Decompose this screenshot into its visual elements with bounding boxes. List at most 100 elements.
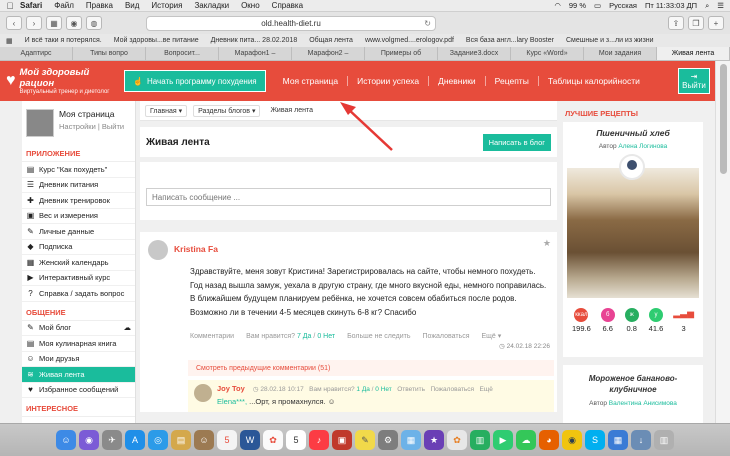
sidebar-item-food-diary[interactable]: ☰ Дневник питания — [22, 178, 135, 193]
comment-reply-link[interactable]: Ответить — [397, 386, 425, 393]
menu-view[interactable]: Вид — [125, 1, 139, 10]
bookmark-item[interactable]: Смешные и з...ли из жизни — [566, 37, 654, 44]
recipe-author-avatar[interactable] — [619, 154, 645, 180]
browser-tab[interactable]: Примеры об — [365, 47, 438, 60]
browser-tab[interactable]: Вопросит... — [146, 47, 219, 60]
recipe-photo[interactable] — [567, 154, 699, 298]
wifi-icon[interactable]: ◠ — [554, 1, 561, 10]
exit-button[interactable]: ⇥ Выйти — [678, 68, 710, 94]
apple-icon[interactable]:  — [0, 1, 20, 11]
more-menu[interactable]: Ещё ▾ — [482, 332, 502, 340]
clock[interactable]: Пт 11:33:03 ДП — [645, 1, 697, 10]
address-bar[interactable]: old.health-diet.ru ↻ — [146, 15, 436, 31]
notes-icon[interactable]: ▤ — [171, 430, 191, 450]
like-yes[interactable]: 7 Да — [297, 333, 311, 340]
previous-comments-link[interactable]: Смотреть предыдущие комментарии (51) — [188, 360, 554, 376]
keynote-icon[interactable]: ▦ — [608, 430, 628, 450]
comment-mention[interactable]: Elena***, — [217, 397, 247, 406]
sidebar-item-interactive[interactable]: ▶ Интерактивный курс — [22, 271, 135, 286]
spotlight-icon[interactable]: ⌕ — [705, 1, 709, 11]
sidebar-item-help[interactable]: ? Справка / задать вопрос — [22, 286, 135, 302]
bookmark-item[interactable]: Дневник пита... 28.02.2018 — [211, 37, 298, 44]
recipe-name[interactable]: Пшеничный хлеб — [567, 128, 699, 138]
tabs-overview-icon[interactable]: ❐ — [688, 16, 704, 30]
finder-icon[interactable]: ☺ — [56, 430, 76, 450]
sidebar-item-course[interactable]: ▤ Курс "Как похудеть" — [22, 162, 135, 178]
sidebar-item-personal-data[interactable]: ✎ Личные данные — [22, 224, 135, 240]
browser-tab[interactable]: Адаптирс — [0, 47, 73, 60]
reload-icon[interactable]: ↻ — [424, 19, 431, 28]
start-program-button[interactable]: ☝ Начать программу похудения — [124, 70, 266, 92]
calendar-icon[interactable]: 5 — [286, 430, 306, 450]
star-icon[interactable]: ★ — [543, 238, 551, 249]
menu-window[interactable]: Окно — [241, 1, 260, 10]
new-tab-button[interactable]: + — [708, 16, 724, 30]
forward-button[interactable]: › — [26, 16, 42, 30]
sidebar-item-subscription[interactable]: ◆ Подписка — [22, 240, 135, 255]
post-author-avatar[interactable] — [148, 240, 168, 260]
recipe-card[interactable]: Пшеничный хлеб Автор Алена Логинова ккал… — [563, 122, 703, 357]
photo-booth-icon[interactable]: ▣ — [332, 430, 352, 450]
recipe-name[interactable]: Мороженое бананово-клубничное — [567, 373, 699, 395]
bookmark-item[interactable]: Мой здоровы...ве питание — [114, 37, 199, 44]
battery-percent[interactable]: 99 % — [569, 1, 586, 10]
system-preferences-icon[interactable]: ⚙ — [378, 430, 398, 450]
nav-success-stories[interactable]: Истории успеха — [348, 76, 430, 86]
bookmark-item[interactable]: Вся база англ...lary Booster — [466, 37, 554, 44]
unfollow-link[interactable]: Больше не следить — [347, 333, 410, 340]
site-logo[interactable]: ♥ Мой здоровый рацион Виртуальный тренер… — [0, 67, 122, 95]
menu-bookmarks[interactable]: Закладки — [194, 1, 229, 10]
app-store-icon[interactable]: A — [125, 430, 145, 450]
extension-icon[interactable]: ◉ — [66, 16, 82, 30]
comments-link[interactable]: Комментарии — [190, 333, 234, 340]
nav-calorie-tables[interactable]: Таблицы калорийности — [539, 76, 649, 86]
launchpad-icon[interactable]: ✈ — [102, 430, 122, 450]
safari-icon[interactable]: ◎ — [148, 430, 168, 450]
comment-author[interactable]: Joy Toy — [217, 384, 245, 393]
messages-icon[interactable]: ☁ — [516, 430, 536, 450]
comment-author-avatar[interactable] — [194, 384, 212, 402]
browser-tab[interactable]: Мои задания — [584, 47, 657, 60]
browser-tab[interactable]: Курс «Word» — [511, 47, 584, 60]
settings-link[interactable]: Настройки — [59, 122, 96, 131]
siri-icon[interactable]: ◉ — [79, 430, 99, 450]
bookmark-item[interactable]: И всё таки я потерялся. — [25, 37, 102, 44]
browser-tab[interactable]: Задание3.docx — [438, 47, 511, 60]
post-author[interactable]: Kristina Fa — [174, 244, 218, 260]
browser-tab[interactable]: Марафон2 – — [292, 47, 365, 60]
recipe-author-name[interactable]: Алена Логинова — [618, 143, 667, 150]
breadcrumb-blogs[interactable]: Разделы блогов ▾ — [193, 104, 261, 117]
menu-app-name[interactable]: Safari — [20, 1, 42, 10]
input-language[interactable]: Русская — [609, 1, 637, 10]
complain-link[interactable]: Пожаловаться — [422, 333, 469, 340]
comment-like-no[interactable]: 0 Нет — [375, 386, 392, 393]
logout-link[interactable]: Выйти — [102, 122, 124, 131]
browser-tab[interactable]: Типы вопро — [73, 47, 146, 60]
write-to-blog-button[interactable]: Написать в блог — [482, 133, 551, 151]
imovie-icon[interactable]: ★ — [424, 430, 444, 450]
sidebar-item-live-feed[interactable]: ≋ Живая лента — [22, 367, 135, 383]
recipe-author-name[interactable]: Валентина Анисимова — [609, 400, 677, 407]
calendar-dock-icon[interactable]: 5 — [217, 430, 237, 450]
nav-diaries[interactable]: Дневники — [429, 76, 486, 86]
skype-icon[interactable]: S — [585, 430, 605, 450]
sidebar-icon[interactable]: ▦ — [46, 16, 62, 30]
comment-complain-link[interactable]: Пожаловаться — [430, 386, 474, 393]
nav-recipes[interactable]: Рецепты — [486, 76, 539, 86]
word-icon[interactable]: W — [240, 430, 260, 450]
bookmark-item[interactable]: Общая лента — [309, 37, 353, 44]
sidebar-item-favorites[interactable]: ♥ Избранное сообщений — [22, 383, 135, 398]
back-button[interactable]: ‹ — [6, 16, 22, 30]
music-icon[interactable]: ♪ — [309, 430, 329, 450]
contacts-icon[interactable]: ☺ — [194, 430, 214, 450]
sidebar-item-cookbook[interactable]: ▤ Моя кулинарная книга — [22, 336, 135, 352]
page-scrollbar[interactable] — [715, 61, 730, 423]
sidebar-item-my-blog[interactable]: ✎ Мой блог ☁ — [22, 321, 135, 336]
menu-help[interactable]: Справка — [272, 1, 303, 10]
privacy-icon[interactable]: ◍ — [86, 16, 102, 30]
menu-file[interactable]: Файл — [54, 1, 74, 10]
preview-icon[interactable]: ▦ — [401, 430, 421, 450]
menu-edit[interactable]: Правка — [86, 1, 113, 10]
bookmarks-grid-icon[interactable]: ▦ — [6, 37, 13, 45]
iphoto-icon[interactable]: ✿ — [447, 430, 467, 450]
